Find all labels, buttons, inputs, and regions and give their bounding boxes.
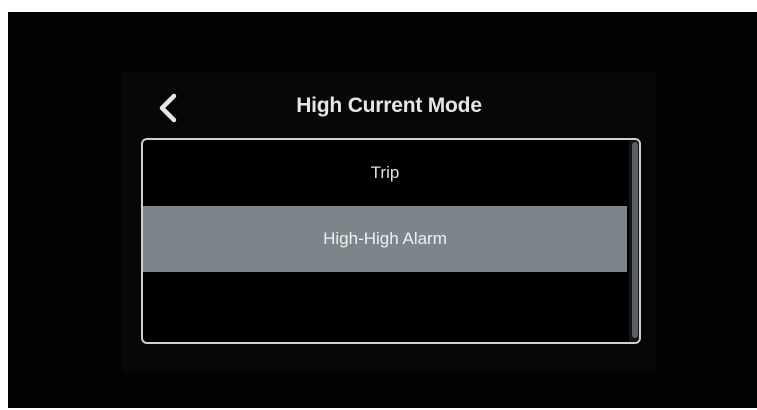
scrollbar-thumb[interactable] — [632, 142, 638, 338]
options-list: Trip High-High Alarm — [141, 138, 641, 344]
scrollbar[interactable] — [629, 140, 639, 342]
screen-title: High Current Mode — [296, 94, 482, 117]
device-screen: High Current Mode Trip High-High Alarm — [122, 72, 656, 372]
device-frame: High Current Mode Trip High-High Alarm — [8, 12, 757, 408]
option-empty — [143, 272, 627, 338]
option-high-high-alarm[interactable]: High-High Alarm — [143, 206, 627, 272]
option-trip[interactable]: Trip — [143, 140, 627, 206]
